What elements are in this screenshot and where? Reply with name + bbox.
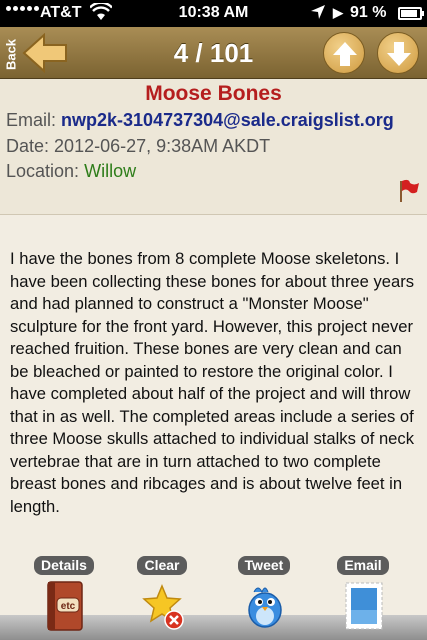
- battery-fill: [401, 10, 417, 17]
- book-icon-text: etc: [61, 601, 76, 612]
- email-row: Email: nwp2k-3104737304@sale.craigslist.…: [6, 110, 394, 131]
- post-header: Moose Bones Email: nwp2k-3104737304@sale…: [0, 79, 427, 215]
- clear-button[interactable]: Clear: [130, 556, 194, 630]
- play-icon: ▶: [333, 5, 343, 20]
- post-title: Moose Bones: [145, 82, 282, 105]
- email-button[interactable]: Email: [331, 556, 395, 630]
- next-post-button[interactable]: [377, 32, 419, 74]
- email-button-label: Email: [337, 556, 389, 575]
- tweet-button[interactable]: Tweet: [232, 556, 296, 628]
- details-button[interactable]: Details etc: [32, 556, 96, 631]
- email-link[interactable]: nwp2k-3104737304@sale.craigslist.org: [61, 110, 394, 130]
- twitter-bird-icon: [244, 580, 286, 630]
- status-bar: AT&T 10:38 AM ▶ 91 %: [0, 0, 427, 27]
- book-icon: etc: [44, 580, 86, 631]
- star-clear-icon: [142, 580, 184, 630]
- arrow-down-icon: [387, 42, 411, 66]
- location-row: Location: Willow: [6, 161, 136, 182]
- date-row: Date: 2012-06-27, 9:38AM AKDT: [6, 136, 270, 157]
- nav-bar: Back 4 / 101: [0, 27, 427, 79]
- previous-post-button[interactable]: [323, 32, 365, 74]
- battery-percent: 91 %: [350, 4, 387, 21]
- flag-icon[interactable]: [398, 179, 420, 208]
- post-body: I have the bones from 8 complete Moose s…: [10, 249, 415, 516]
- location-value: Willow: [84, 161, 137, 181]
- location-label: Location:: [6, 161, 80, 181]
- clear-label: Clear: [137, 556, 187, 575]
- arrow-up-icon: [333, 42, 357, 66]
- stamp-icon: [343, 580, 385, 630]
- date-label: Date:: [6, 136, 50, 156]
- date-value: 2012-06-27, 9:38AM AKDT: [54, 136, 271, 156]
- battery-icon: [398, 7, 424, 20]
- tweet-label: Tweet: [237, 556, 291, 575]
- location-arrow-icon: [310, 4, 326, 25]
- email-label: Email:: [6, 110, 57, 130]
- details-label: Details: [34, 556, 94, 575]
